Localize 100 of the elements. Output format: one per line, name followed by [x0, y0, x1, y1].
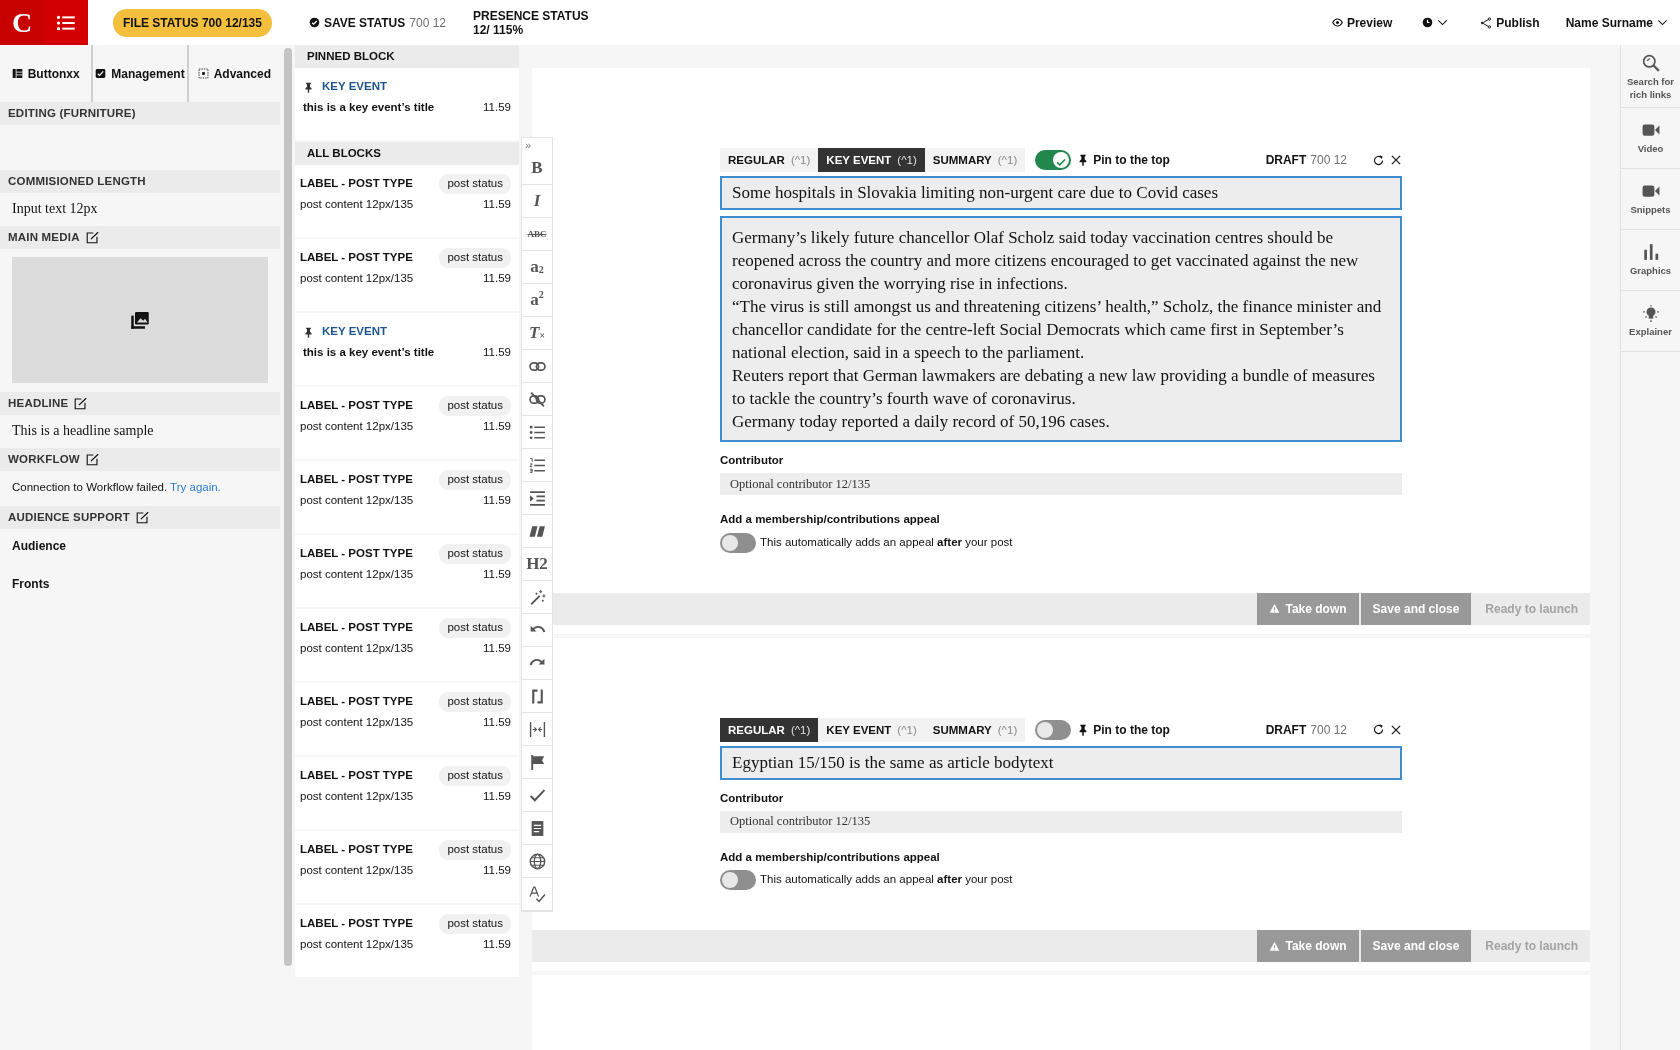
appeal-toggle[interactable]: [720, 532, 756, 553]
dotted-square-icon[interactable]: [197, 68, 209, 79]
block-card[interactable]: KEY EVENT this is a key event’s title 11.59: [295, 313, 519, 385]
warning-icon[interactable]: [1269, 940, 1281, 952]
block-time: 11.59: [483, 197, 511, 212]
appeal-text: This automatically adds an appeal after your post: [760, 872, 1013, 888]
post-type-tab[interactable]: SUMMARY (^1): [924, 148, 1026, 172]
post-status-badge: post status: [439, 692, 511, 712]
spacing-icon[interactable]: [528, 720, 546, 738]
video-camera-icon[interactable]: [1641, 182, 1660, 200]
section-title: WORKFLOW: [8, 451, 80, 467]
chevron-down-icon[interactable]: [1437, 17, 1449, 28]
audience-link[interactable]: Fronts: [0, 561, 280, 600]
edit-icon[interactable]: [85, 231, 99, 244]
block-time: 11.59: [483, 937, 511, 952]
refresh-icon[interactable]: [1372, 153, 1385, 167]
block-content: post content 12px/135: [300, 863, 414, 878]
user-menu[interactable]: Name Surname: [1565, 13, 1668, 32]
block-card[interactable]: LABEL - POST TYPE post status post content 12px/135 11.59: [295, 609, 519, 681]
flag-icon[interactable]: [528, 753, 546, 771]
body-field[interactable]: [720, 216, 1402, 442]
title-field[interactable]: Some hospitals in Slovakia limiting non-urgent care due to Covid cases: [720, 176, 1402, 210]
contributor-label: Contributor: [720, 453, 785, 468]
block-card[interactable]: LABEL - POST TYPE post status post content 12px/135 11.59: [295, 387, 519, 459]
audience-link[interactable]: Audience: [0, 529, 280, 562]
post-type-tab[interactable]: REGULAR (^1): [720, 717, 819, 742]
menu-button[interactable]: [44, 0, 88, 45]
body-paragraph: Germany today reported a daily record of 50,196 cases.: [732, 411, 1111, 433]
title-field[interactable]: Egyptian 15/150 is the same as article bodytext: [720, 745, 1402, 780]
pin-icon: [303, 326, 314, 338]
close-icon[interactable]: [1390, 723, 1402, 736]
edit-icon[interactable]: [74, 397, 88, 410]
block-time: 11.59: [483, 567, 511, 582]
post-type-tab[interactable]: REGULAR (^1): [720, 148, 819, 172]
block-content: post content 12px/135: [300, 271, 414, 286]
preview-button[interactable]: Preview: [1331, 13, 1393, 32]
block-card[interactable]: LABEL - POST TYPE post status post content 12px/135 11.59: [295, 461, 519, 533]
try-again-link[interactable]: Try again.: [170, 481, 221, 493]
key-event-title: this is a key event’s title: [303, 345, 435, 360]
block-card[interactable]: LABEL - POST TYPE post status post content 12px/135 11.59: [295, 165, 519, 237]
block-label: LABEL - POST TYPE: [300, 842, 413, 858]
bar-chart-icon[interactable]: [1641, 243, 1660, 261]
block-time: 11.59: [483, 419, 511, 434]
refresh-icon[interactable]: [1372, 723, 1385, 736]
block-label: LABEL - POST TYPE: [300, 250, 413, 266]
block-card[interactable]: LABEL - POST TYPE post status post content 12px/135 11.59: [295, 535, 519, 607]
video-camera-icon[interactable]: [1641, 121, 1660, 139]
block-group-header: ALL BLOCKS: [295, 142, 519, 165]
close-icon[interactable]: [1390, 154, 1402, 166]
section-text[interactable]: This is a headline sample: [0, 415, 280, 448]
magic-wand-icon[interactable]: [528, 588, 546, 606]
appeal-text: This automatically adds an appeal after your post: [760, 534, 1013, 550]
draft-count: 700 12: [1310, 721, 1347, 739]
section-text[interactable]: Input text 12px: [0, 193, 280, 226]
block-time: 11.59: [483, 100, 511, 115]
share-icon[interactable]: [1480, 16, 1493, 29]
search-icon[interactable]: [1641, 53, 1660, 72]
block-card[interactable]: LABEL - POST TYPE post status post content 12px/135 11.59: [295, 239, 519, 311]
scrollbar[interactable]: [284, 48, 292, 966]
image-icon: [130, 310, 150, 330]
warning-icon[interactable]: [1269, 603, 1281, 614]
schedule-button[interactable]: [1422, 17, 1449, 28]
block-label: LABEL - POST TYPE: [300, 916, 413, 932]
columns-icon[interactable]: [11, 68, 23, 79]
pin-toggle[interactable]: [1035, 719, 1072, 740]
pin-toggle[interactable]: [1035, 150, 1072, 170]
key-event-label: KEY EVENT: [322, 79, 387, 95]
section-title: COMMISIONED LENGTH: [8, 173, 146, 189]
indent-icon[interactable]: [528, 489, 546, 507]
block-time: 11.59: [483, 863, 511, 878]
post-type-tab[interactable]: SUMMARY (^1): [924, 717, 1026, 742]
edit-icon[interactable]: [85, 453, 99, 466]
lightbulb-icon[interactable]: [1641, 304, 1660, 322]
block-card[interactable]: LABEL - POST TYPE post status post content 12px/135 11.59: [295, 757, 519, 829]
unlink-icon[interactable]: [528, 390, 546, 408]
chevron-down-icon[interactable]: [1657, 17, 1668, 28]
numbered-list-icon[interactable]: [528, 456, 546, 474]
clock-icon[interactable]: [1422, 17, 1434, 28]
block-card[interactable]: KEY EVENT this is a key event’s title 11.59: [295, 68, 519, 140]
bullet-list-icon[interactable]: [528, 423, 546, 441]
spellcheck-icon[interactable]: [528, 885, 546, 903]
appeal-label: Add a membership/contributions appeal: [720, 849, 941, 865]
post-status-badge: post status: [439, 470, 511, 490]
eye-icon[interactable]: [1331, 17, 1343, 28]
post-status-badge: post status: [439, 618, 511, 638]
post-type-tab[interactable]: KEY EVENT (^1): [818, 148, 925, 172]
edit-icon[interactable]: [136, 511, 150, 525]
block-card[interactable]: LABEL - POST TYPE post status post content 12px/135 11.59: [295, 683, 519, 755]
post-type-tab[interactable]: KEY EVENT (^1): [818, 717, 925, 742]
pin-label: Pin to the top: [1093, 721, 1170, 739]
globe-icon[interactable]: [528, 852, 546, 870]
appeal-toggle[interactable]: [720, 870, 756, 890]
contributor-field[interactable]: Optional contributor 12/135: [720, 810, 1402, 833]
publish-button[interactable]: Publish: [1480, 13, 1540, 32]
block-card[interactable]: LABEL - POST TYPE post status post content 12px/135 11.59: [295, 831, 519, 903]
contributor-field[interactable]: Optional contributor 12/135: [720, 473, 1402, 496]
block-card[interactable]: LABEL - POST TYPE post status post content 12px/135 11.59: [295, 905, 519, 977]
block-content: post content 12px/135: [300, 419, 414, 434]
checkbox-icon[interactable]: [95, 68, 107, 79]
block-time: 11.59: [483, 715, 511, 730]
